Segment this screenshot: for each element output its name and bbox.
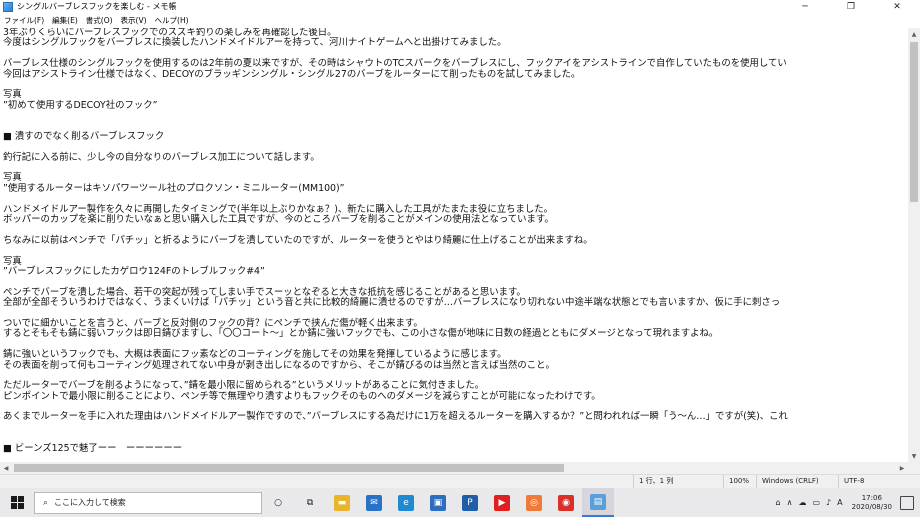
scroll-left-arrow-icon[interactable]: ◀: [0, 462, 12, 474]
text-line[interactable]: [3, 246, 788, 256]
text-line[interactable]: ボッパーのカップを楽に削りたいなぁと思い購入した工具ですが、今のところバーブを削…: [3, 214, 788, 225]
vertical-scroll-thumb[interactable]: [910, 42, 918, 202]
text-line[interactable]: ちなみに以前はペンチで「パチッ」と折るようにバーブを潰していたのですが、ルーター…: [3, 235, 788, 246]
clock-date: 2020/08/30: [851, 502, 892, 511]
taskbar-search-box[interactable]: ⌕ ここに入力して検索: [34, 491, 262, 514]
text-line[interactable]: [3, 80, 788, 90]
notepad-icon: ▤: [590, 493, 606, 510]
volume-icon[interactable]: ♪: [826, 498, 831, 507]
cursor-position: 1 行、1 列: [633, 475, 673, 488]
text-line[interactable]: 今回はアシストライン仕様ではなく、DECOYのブラッギンシングル・シングル27の…: [3, 69, 788, 80]
text-line[interactable]: あくまでルーターを手に入れた理由はハンドメイドルアー製作ですので、”バーブレスに…: [3, 412, 788, 423]
clock[interactable]: 17:06 2020/08/30: [852, 494, 892, 512]
text-line[interactable]: 今度はシングルフックをバーブレスに換装したハンドメイドルアーを持って、河川ナイト…: [3, 37, 788, 48]
window-title: シングルバーブレスフックを楽しむ - メモ帳: [17, 2, 177, 11]
scroll-down-arrow-icon[interactable]: ▼: [908, 450, 920, 462]
text-line[interactable]: その表面を削って何もコーティング処理されてない中身が剥き出しになるのですから、そ…: [3, 360, 788, 371]
status-bar: 1 行、1 列 100% Windows (CRLF) UTF-8: [0, 474, 920, 488]
notepad-app-icon[interactable]: [3, 2, 13, 12]
horizontal-scroll-thumb[interactable]: [14, 464, 564, 472]
taskbar: ⌕ ここに入力して検索 ○ ⧉ ▬ ✉ e ▣ P ▶ ◎ ◉ ▤ ⌂ ∧ ☁ ▭ ♪ A 17:0…: [0, 488, 920, 517]
start-button[interactable]: [0, 488, 34, 517]
menu-help[interactable]: ヘルプ(H): [151, 14, 193, 28]
notepad-taskbar-button[interactable]: ▤: [582, 488, 614, 517]
horizontal-scrollbar[interactable]: ◀ ▶: [0, 462, 908, 474]
menu-bar: ファイル(F) 編集(E) 書式(O) 表示(V) ヘルプ(H): [0, 14, 920, 28]
cortana-icon: ○: [274, 497, 282, 508]
menu-file[interactable]: ファイル(F): [0, 14, 48, 28]
text-line[interactable]: ”バーブレスフックにしたカゲロウ124Fのトレブルフック#4”: [3, 266, 788, 277]
show-hidden-icons-icon[interactable]: ∧: [787, 498, 793, 507]
minimize-button[interactable]: ─: [782, 0, 828, 14]
maximize-button[interactable]: ❐: [828, 0, 874, 14]
store-icon: ▣: [430, 494, 446, 511]
youtube-taskbar-button[interactable]: ▶: [486, 488, 518, 517]
search-placeholder: ここに入力して検索: [54, 498, 126, 507]
task-view-icon: ⧉: [306, 497, 314, 508]
task-view-taskbar-button[interactable]: ⧉: [294, 488, 326, 517]
text-line[interactable]: 釣行記に入る前に、少し今の自分なりのバーブレス加工について話します。: [3, 152, 788, 163]
menu-view[interactable]: 表示(V): [117, 14, 151, 28]
menu-edit[interactable]: 編集(E): [48, 14, 82, 28]
text-line[interactable]: [3, 423, 788, 433]
edge-taskbar-button[interactable]: e: [390, 488, 422, 517]
edge-icon: e: [398, 494, 414, 511]
text-line[interactable]: ■ 潰すのでなく削るバーブレスフック: [3, 131, 788, 142]
title-bar[interactable]: シングルバーブレスフックを楽しむ - メモ帳 ─ ❐ ✕: [0, 0, 920, 14]
network-icon[interactable]: ▭: [812, 498, 820, 507]
text-line[interactable]: ■ ビーンズ125で魅了ーー ーーーーーー: [3, 443, 788, 454]
mail-taskbar-button[interactable]: ✉: [358, 488, 390, 517]
text-line[interactable]: 全部が全部そういうわけではなく、うまくいけば「パチッ」という音と共に比較的綺麗に…: [3, 297, 788, 308]
mail-icon: ✉: [366, 494, 382, 511]
text-line[interactable]: ”使用するルーターはキソパワーツール社のプロクソン・ミニルーター(MM100)”: [3, 183, 788, 194]
editor-text[interactable]: 3年ぶりくらいにバーブレスフックでのスズキ釣りの楽しみを再確認した後日。 今度はシ…: [3, 28, 788, 454]
app-orange-icon: ◎: [526, 494, 542, 511]
file-explorer-icon: ▬: [334, 494, 350, 511]
window-controls: ─ ❐ ✕: [782, 0, 920, 14]
system-tray: ⌂ ∧ ☁ ▭ ♪ A 17:06 2020/08/30: [773, 488, 920, 517]
text-line[interactable]: するとそもそも錆に弱いフックは即日錆びますし、「〇〇コート～」とか錆に強いフック…: [3, 328, 788, 339]
notification-center-icon[interactable]: [900, 495, 914, 510]
app-red-taskbar-button[interactable]: ◉: [550, 488, 582, 517]
menu-format[interactable]: 書式(O): [82, 14, 117, 28]
text-editor-area[interactable]: 3年ぶりくらいにバーブレスフックでのスズキ釣りの楽しみを再確認した後日。 今度はシ…: [0, 28, 908, 462]
line-ending: Windows (CRLF): [756, 475, 819, 488]
text-line[interactable]: [3, 163, 788, 173]
text-line[interactable]: ”初めて使用するDECOY社のフック”: [3, 100, 788, 111]
app-orange-taskbar-button[interactable]: ◎: [518, 488, 550, 517]
youtube-icon: ▶: [494, 494, 510, 511]
ps-taskbar-button[interactable]: P: [454, 488, 486, 517]
windows-logo-icon: [10, 496, 24, 509]
close-button[interactable]: ✕: [874, 0, 920, 14]
app-red-icon: ◉: [558, 494, 574, 511]
scroll-right-arrow-icon[interactable]: ▶: [896, 462, 908, 474]
encoding: UTF-8: [838, 475, 864, 488]
zoom-level: 100%: [723, 475, 749, 488]
text-line[interactable]: 錆に強いというフックでも、大概は表面にフッ素などのコーティングを施してその効果を…: [3, 349, 788, 360]
pinned-apps: ○ ⧉ ▬ ✉ e ▣ P ▶ ◎ ◉ ▤: [262, 488, 614, 517]
text-line[interactable]: バーブレス仕様のシングルフックを使用するのは2年前の夏以来ですが、その時はシャウ…: [3, 58, 788, 69]
clock-time: 17:06: [861, 493, 882, 502]
ps-icon: P: [462, 494, 478, 511]
file-explorer-taskbar-button[interactable]: ▬: [326, 488, 358, 517]
search-icon: ⌕: [43, 497, 49, 508]
people-icon[interactable]: ⌂: [776, 498, 781, 507]
store-taskbar-button[interactable]: ▣: [422, 488, 454, 517]
scrollbar-corner: [908, 462, 920, 474]
vertical-scrollbar[interactable]: ▲ ▼: [908, 28, 920, 462]
text-line[interactable]: [3, 111, 788, 121]
onedrive-icon[interactable]: ☁: [798, 498, 806, 507]
ime-indicator[interactable]: A: [837, 498, 842, 507]
text-line[interactable]: ピンポイントで最小限に削ることにより、ペンチ等で無理やり潰すよりもフックそのもの…: [3, 391, 788, 402]
cortana-taskbar-button[interactable]: ○: [262, 488, 294, 517]
scroll-up-arrow-icon[interactable]: ▲: [908, 28, 920, 40]
